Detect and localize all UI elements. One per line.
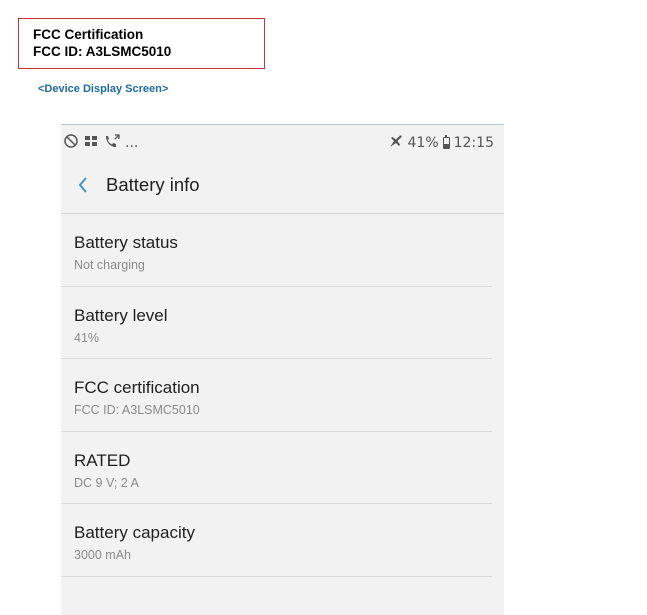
app-bar: Battery info bbox=[61, 161, 504, 214]
list-item-title: Battery status bbox=[74, 233, 178, 252]
call-forward-icon bbox=[103, 133, 121, 153]
list-item-title: Battery level bbox=[74, 305, 168, 325]
battery-icon bbox=[442, 135, 450, 149]
list-item-battery-capacity[interactable]: Battery capacity 3000 mAh bbox=[61, 504, 492, 577]
list-item-subtitle: 41% bbox=[74, 330, 100, 345]
page-title: Battery info bbox=[106, 174, 200, 195]
list-item-battery-status[interactable]: Battery status Not charging bbox=[61, 214, 492, 287]
list-item-subtitle: Not charging bbox=[74, 258, 145, 272]
status-overflow: ... bbox=[125, 135, 139, 151]
battery-percent: 41% bbox=[407, 135, 439, 151]
blocked-icon bbox=[63, 133, 79, 153]
fcc-label-title: FCC Certification bbox=[33, 27, 144, 42]
list-item-title: FCC certification bbox=[74, 378, 200, 397]
fcc-label-id: FCC ID: A3LSMC5010 bbox=[33, 44, 172, 59]
status-bar-left: ... bbox=[63, 133, 138, 153]
status-bar-right: 41% 12:15 bbox=[388, 133, 494, 153]
status-time: 12:15 bbox=[453, 135, 494, 151]
list-item-subtitle: 3000 mAh bbox=[74, 548, 131, 562]
device-screen: ... 41% 12:15 Battery info Battery statu… bbox=[61, 124, 504, 615]
battery-info-list: Battery status Not charging Battery leve… bbox=[61, 214, 504, 577]
fcc-label-box: FCC Certification FCC ID: A3LSMC5010 bbox=[18, 18, 265, 69]
list-item-fcc-certification[interactable]: FCC certification FCC ID: A3LSMC5010 bbox=[61, 359, 492, 432]
airplane-icon bbox=[388, 133, 404, 153]
device-display-caption: <Device Display Screen> bbox=[38, 83, 169, 95]
list-item-rated[interactable]: RATED DC 9 V; 2 A bbox=[61, 432, 492, 504]
status-bar: ... 41% 12:15 bbox=[61, 125, 504, 161]
list-item-title: RATED bbox=[74, 450, 131, 470]
list-item-title: Battery capacity bbox=[74, 523, 195, 542]
sim-icon bbox=[83, 133, 99, 153]
list-item-battery-level[interactable]: Battery level 41% bbox=[61, 287, 492, 359]
chevron-left-icon[interactable] bbox=[72, 173, 96, 197]
list-item-subtitle: DC 9 V; 2 A bbox=[74, 475, 139, 490]
list-item-subtitle: FCC ID: A3LSMC5010 bbox=[74, 403, 200, 417]
